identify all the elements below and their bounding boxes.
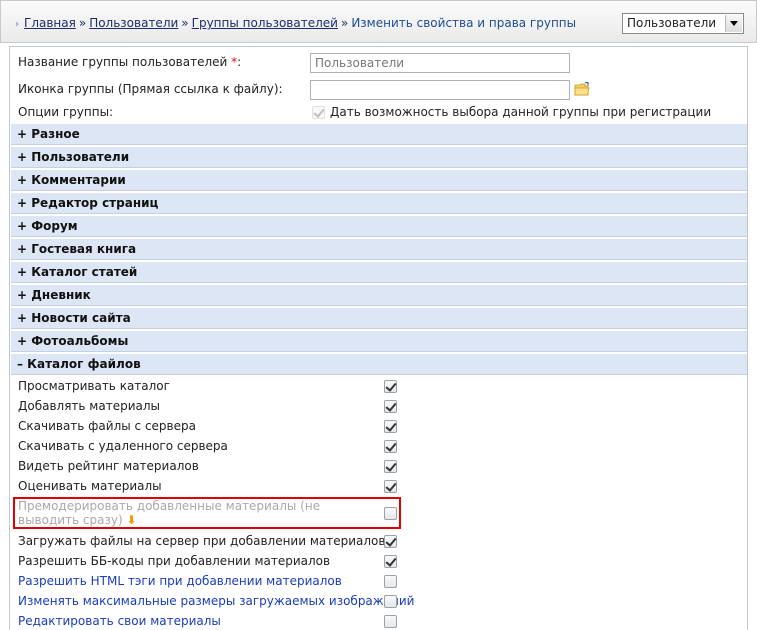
- chevron-down-icon[interactable]: [725, 15, 742, 32]
- permission-label: Загружать файлы на сервер при добавлении…: [18, 531, 385, 551]
- permission-text: Редактировать свои материалы: [18, 614, 221, 628]
- group-name-label: Название группы пользователей *:: [18, 55, 242, 69]
- options-label: Опции группы:: [18, 105, 114, 119]
- breadcrumb-current: Изменить свойства и права группы: [351, 16, 577, 30]
- icon-label: Иконка группы (Прямая ссылка к файлу):: [18, 82, 283, 96]
- breadcrumb-home-link[interactable]: Главная: [24, 16, 76, 30]
- permission-label: Просматривать каталог: [18, 376, 170, 396]
- section-forum[interactable]: + Форум: [11, 215, 747, 237]
- permission-text: Загружать файлы на сервер при добавлении…: [18, 534, 386, 548]
- module-select-value: Пользователи: [627, 16, 717, 30]
- registration-option-checkbox[interactable]: [312, 106, 325, 119]
- group-settings-panel: Название группы пользователей *: Пользов…: [9, 46, 748, 630]
- permission-text: Скачивать с удаленного сервера: [18, 439, 228, 453]
- breadcrumb-separator: »: [181, 16, 189, 30]
- section-comments[interactable]: + Комментарии: [11, 169, 747, 191]
- permission-label: Видеть рейтинг материалов: [18, 456, 199, 476]
- permission-label: Оценивать материалы: [18, 476, 162, 496]
- breadcrumb-groups-link[interactable]: Группы пользователей: [192, 16, 338, 30]
- section-page-editor[interactable]: + Редактор страниц: [11, 192, 747, 214]
- section-users[interactable]: + Пользователи: [11, 146, 747, 168]
- section-file-catalog[interactable]: – Каталог файлов: [11, 353, 747, 375]
- permission-checkbox[interactable]: [384, 615, 397, 628]
- permission-text: Оценивать материалы: [18, 479, 162, 493]
- permission-checkbox[interactable]: [384, 400, 397, 413]
- permission-text: Просматривать каталог: [18, 379, 170, 393]
- highlight-box: [13, 497, 401, 529]
- permission-text: Изменять максимальные размеры загружаемы…: [18, 594, 415, 608]
- breadcrumb: › Главная» Пользователи» Группы пользовател…: [15, 16, 576, 30]
- module-select[interactable]: Пользователи: [622, 13, 744, 34]
- permission-label[interactable]: Изменять максимальные размеры загружаемы…: [18, 591, 414, 611]
- section-news[interactable]: + Новости сайта: [11, 307, 747, 329]
- section-photoalbums[interactable]: + Фотоальбомы: [11, 330, 747, 352]
- permission-checkbox[interactable]: [384, 480, 397, 493]
- top-bar: › Главная» Пользователи» Группы пользовател…: [0, 0, 757, 43]
- permission-label: Скачивать файлы с сервера: [18, 416, 196, 436]
- permission-checkbox[interactable]: [384, 595, 397, 608]
- permission-checkbox[interactable]: [384, 575, 397, 588]
- folder-browse-icon[interactable]: [574, 82, 590, 96]
- permission-text: Разрешить ББ-коды при добавлении материа…: [18, 554, 331, 568]
- breadcrumb-arrow-icon: ›: [15, 19, 19, 30]
- permission-checkbox[interactable]: [384, 440, 397, 453]
- permission-checkbox[interactable]: [384, 535, 397, 548]
- breadcrumb-separator: »: [78, 16, 87, 30]
- icon-url-input[interactable]: [310, 80, 570, 100]
- permission-checkbox[interactable]: [384, 420, 397, 433]
- section-diary[interactable]: + Дневник: [11, 284, 747, 306]
- permission-label: Разрешить ББ-коды при добавлении материа…: [18, 551, 330, 571]
- breadcrumb-users-link[interactable]: Пользователи: [89, 16, 178, 30]
- permission-label: Добавлять материалы: [18, 396, 160, 416]
- section-articles[interactable]: + Каталог статей: [11, 261, 747, 283]
- permission-label[interactable]: Редактировать свои материалы: [18, 611, 221, 630]
- permission-label[interactable]: Разрешить HTML тэги при добавлении матер…: [18, 571, 342, 591]
- permission-checkbox[interactable]: [384, 555, 397, 568]
- breadcrumb-separator: »: [340, 16, 349, 30]
- permission-checkbox[interactable]: [384, 460, 397, 473]
- permission-text: Добавлять материалы: [18, 399, 161, 413]
- permission-text: Скачивать файлы с сервера: [18, 419, 196, 433]
- permission-text: Видеть рейтинг материалов: [18, 459, 199, 473]
- permission-label: Скачивать с удаленного сервера: [18, 436, 228, 456]
- registration-option-label: Дать возможность выбора данной группы пр…: [330, 105, 712, 119]
- group-name-input[interactable]: Пользователи: [310, 53, 570, 73]
- section-misc[interactable]: + Разное: [11, 123, 747, 145]
- permission-checkbox[interactable]: [384, 380, 397, 393]
- permission-text: Разрешить HTML тэги при добавлении матер…: [18, 574, 342, 588]
- section-guestbook[interactable]: + Гостевая книга: [11, 238, 747, 260]
